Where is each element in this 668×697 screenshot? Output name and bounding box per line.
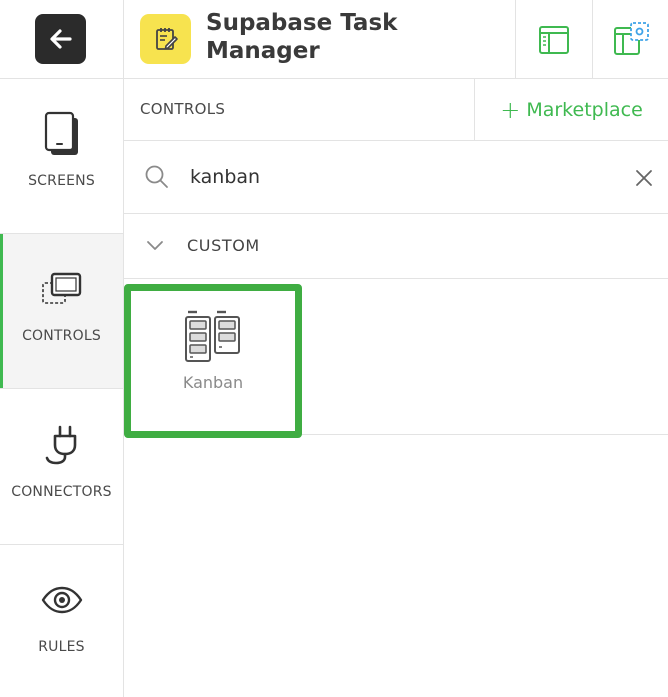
plug-icon [45, 425, 76, 465]
plus-icon: + [500, 95, 521, 124]
layout-panel-icon [539, 25, 569, 54]
controls-panel-header: CONTROLS + Marketplace [124, 79, 668, 141]
chevron-down-icon [147, 241, 163, 250]
nav-label: SCREENS [28, 173, 95, 189]
notepad-edit-icon [155, 28, 178, 50]
nav-icon-wrap [40, 420, 84, 470]
search-icon [145, 165, 168, 188]
section-label: CUSTOM [187, 236, 260, 255]
nav-label: RULES [38, 639, 85, 655]
app-icon [140, 14, 191, 64]
layout-view-button[interactable] [515, 0, 592, 79]
nav-label: CONTROLS [22, 328, 101, 344]
left-nav: SCREENS CONTROLS CONNECTORS RULES [0, 79, 124, 697]
nav-item-controls[interactable]: CONTROLS [0, 234, 123, 389]
arrow-left-icon [49, 29, 72, 49]
app-title: Supabase Task Manager [206, 10, 398, 64]
nav-icon-wrap [40, 575, 84, 625]
panel-title: CONTROLS [140, 100, 226, 118]
section-custom[interactable]: CUSTOM [124, 214, 668, 279]
search-bar [124, 141, 668, 214]
preview-button[interactable] [592, 0, 668, 79]
top-bar: Supabase Task Manager [0, 0, 668, 79]
control-tile-kanban[interactable]: Kanban [124, 284, 302, 438]
close-icon[interactable] [634, 168, 654, 188]
tile-label: Kanban [182, 373, 244, 392]
search-input[interactable] [190, 161, 610, 193]
tile-icon-wrap [184, 309, 242, 367]
back-cell [0, 0, 124, 79]
nav-icon-wrap [40, 264, 84, 314]
kanban-icon [185, 310, 240, 362]
controls-icon [41, 272, 81, 304]
nav-label: CONNECTORS [11, 484, 112, 500]
controls-grid: Kanban [124, 279, 668, 438]
back-button[interactable] [35, 14, 86, 64]
nav-item-rules[interactable]: RULES [0, 545, 123, 697]
marketplace-label: Marketplace [526, 98, 643, 121]
nav-item-connectors[interactable]: CONNECTORS [0, 390, 123, 545]
tablet-icon [44, 111, 78, 155]
nav-icon-wrap [42, 109, 82, 159]
eye-icon [41, 586, 82, 614]
nav-item-screens[interactable]: SCREENS [0, 79, 123, 234]
screen-capture-icon [613, 21, 649, 55]
marketplace-button[interactable]: + Marketplace [474, 79, 668, 140]
